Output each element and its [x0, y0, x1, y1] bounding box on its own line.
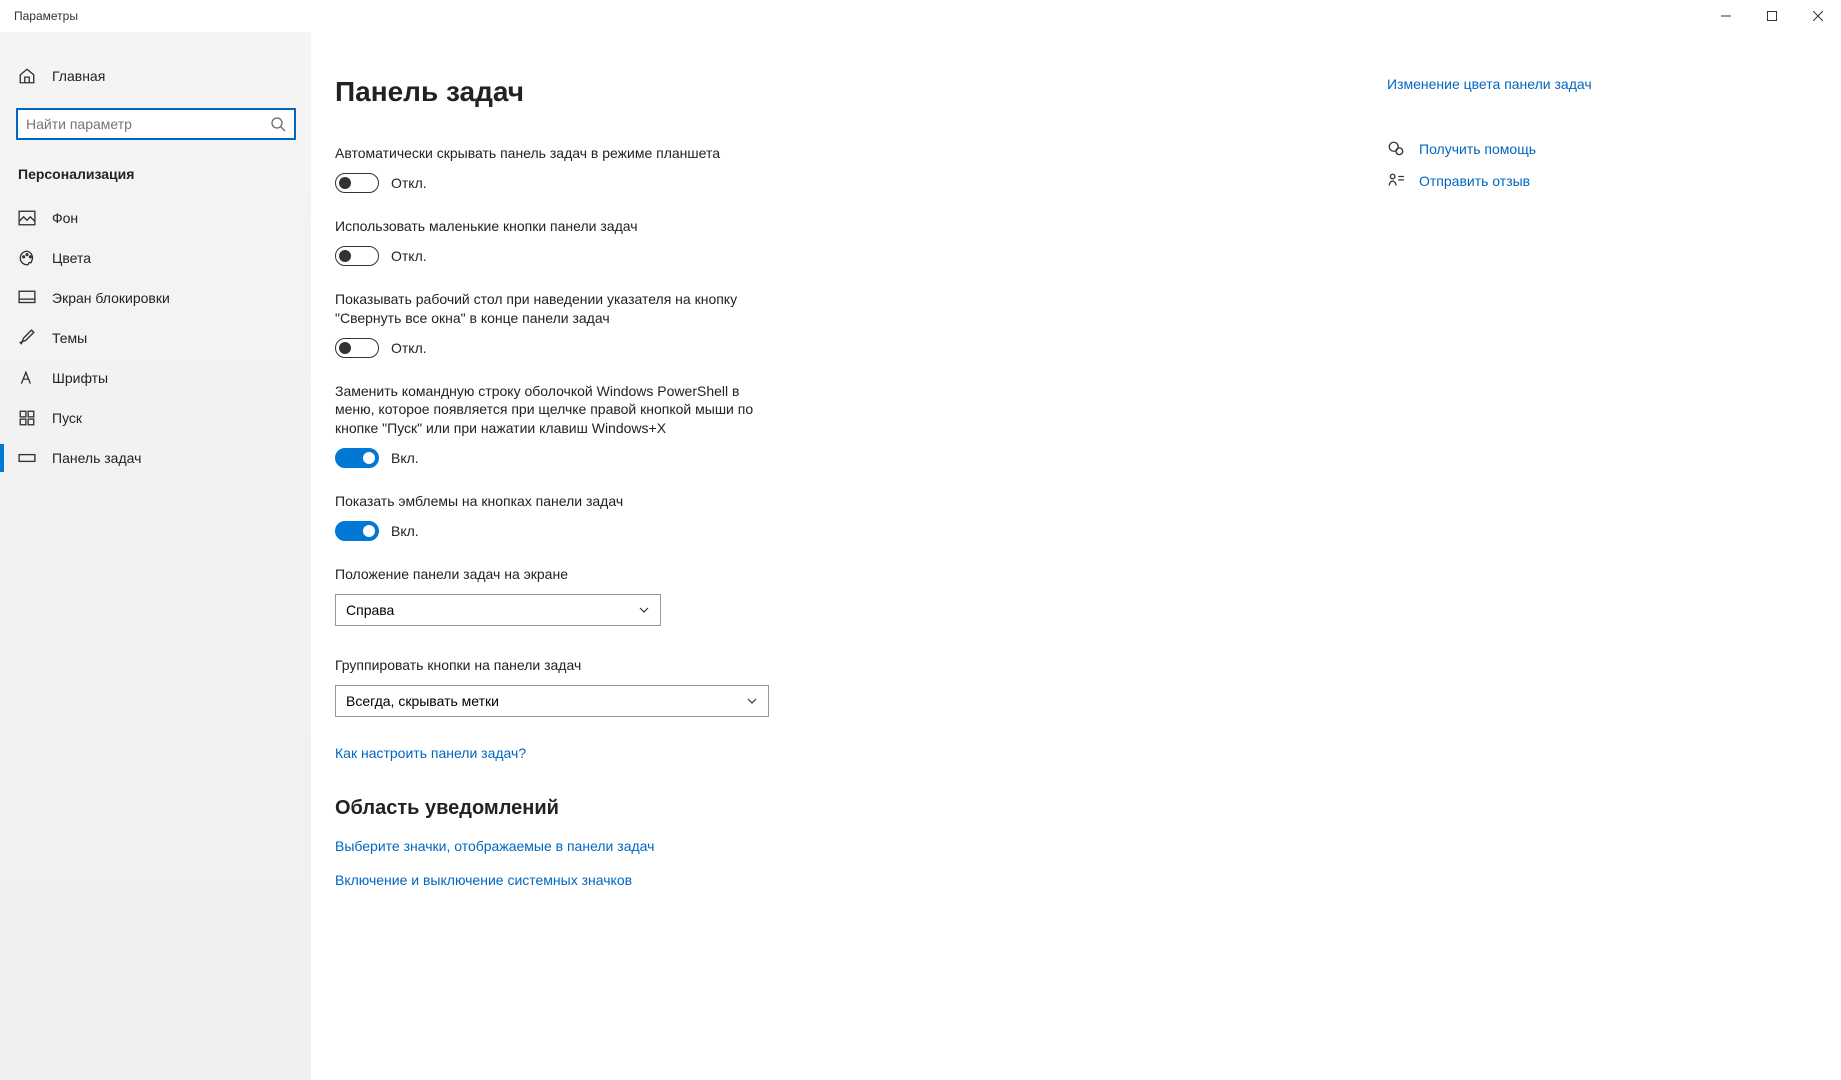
taskbar-icon — [18, 449, 36, 467]
sidebar-item-taskbar[interactable]: Панель задач — [0, 438, 311, 478]
setting-label-small-buttons: Использовать маленькие кнопки панели зад… — [335, 217, 755, 236]
dropdown-combine[interactable]: Всегда, скрывать метки — [335, 685, 769, 717]
chevron-down-icon — [638, 604, 650, 616]
picture-icon — [18, 209, 36, 227]
search-input-wrap[interactable] — [16, 108, 296, 140]
link-select-icons[interactable]: Выберите значки, отображаемые в панели з… — [335, 838, 1105, 854]
toggle-state: Откл. — [391, 248, 427, 264]
palette-icon — [18, 249, 36, 267]
window-title: Параметры — [14, 9, 78, 23]
monitor-icon — [18, 289, 36, 307]
setting-label-position: Положение панели задач на экране — [335, 565, 755, 584]
aside-link-feedback[interactable]: Отправить отзыв — [1387, 172, 1777, 190]
brush-icon — [18, 329, 36, 347]
font-icon — [18, 369, 36, 387]
sidebar: Главная Персонализация Фон Цвета Экран б… — [0, 32, 311, 1080]
search-input[interactable] — [26, 116, 270, 132]
dropdown-position[interactable]: Справа — [335, 594, 661, 626]
sidebar-item-label: Фон — [52, 210, 78, 226]
page-title: Панель задач — [335, 76, 1105, 108]
toggle-powershell[interactable] — [335, 448, 379, 468]
setting-label-badges: Показать эмблемы на кнопках панели задач — [335, 492, 755, 511]
chevron-down-icon — [746, 695, 758, 707]
start-icon — [18, 409, 36, 427]
sidebar-item-lockscreen[interactable]: Экран блокировки — [0, 278, 311, 318]
toggle-state: Откл. — [391, 340, 427, 356]
sidebar-item-background[interactable]: Фон — [0, 198, 311, 238]
sidebar-item-label: Шрифты — [52, 370, 108, 386]
home-icon — [18, 67, 36, 85]
aside-link-help[interactable]: Получить помощь — [1387, 140, 1777, 158]
notification-area-heading: Область уведомлений — [335, 797, 1105, 820]
sidebar-home-label: Главная — [52, 68, 105, 84]
search-icon — [270, 116, 286, 132]
toggle-autohide-tablet[interactable] — [335, 173, 379, 193]
sidebar-item-label: Темы — [52, 330, 87, 346]
toggle-desktop-peek[interactable] — [335, 338, 379, 358]
toggle-badges[interactable] — [335, 521, 379, 541]
setting-label-powershell: Заменить командную строку оболочкой Wind… — [335, 382, 755, 439]
feedback-icon — [1387, 172, 1405, 190]
sidebar-item-themes[interactable]: Темы — [0, 318, 311, 358]
link-system-icons[interactable]: Включение и выключение системных значков — [335, 872, 1105, 888]
toggle-state: Вкл. — [391, 450, 419, 466]
sidebar-item-label: Экран блокировки — [52, 290, 170, 306]
setting-label-desktop-peek: Показывать рабочий стол при наведении ук… — [335, 290, 755, 328]
help-icon — [1387, 140, 1405, 158]
toggle-state: Откл. — [391, 175, 427, 191]
sidebar-item-colors[interactable]: Цвета — [0, 238, 311, 278]
sidebar-item-label: Панель задач — [52, 450, 141, 466]
dropdown-value: Всегда, скрывать метки — [346, 693, 499, 709]
maximize-button[interactable] — [1749, 0, 1795, 32]
content: Панель задач Автоматически скрывать пане… — [335, 76, 1105, 1080]
aside-link-label: Отправить отзыв — [1419, 173, 1530, 189]
sidebar-item-label: Цвета — [52, 250, 91, 266]
aside: Изменение цвета панели задач Получить по… — [1387, 76, 1817, 1080]
titlebar: Параметры — [0, 0, 1841, 32]
toggle-state: Вкл. — [391, 523, 419, 539]
minimize-button[interactable] — [1703, 0, 1749, 32]
setting-label-combine: Группировать кнопки на панели задач — [335, 656, 755, 675]
sidebar-item-label: Пуск — [52, 410, 82, 426]
close-button[interactable] — [1795, 0, 1841, 32]
aside-link-taskbar-color[interactable]: Изменение цвета панели задач — [1387, 76, 1777, 92]
sidebar-home[interactable]: Главная — [0, 56, 311, 96]
setting-label-autohide-tablet: Автоматически скрывать панель задач в ре… — [335, 144, 755, 163]
sidebar-category: Персонализация — [0, 148, 311, 198]
link-how-to-customize[interactable]: Как настроить панели задач? — [335, 745, 1105, 761]
toggle-small-buttons[interactable] — [335, 246, 379, 266]
sidebar-item-start[interactable]: Пуск — [0, 398, 311, 438]
dropdown-value: Справа — [346, 602, 394, 618]
aside-link-label: Получить помощь — [1419, 141, 1536, 157]
sidebar-item-fonts[interactable]: Шрифты — [0, 358, 311, 398]
